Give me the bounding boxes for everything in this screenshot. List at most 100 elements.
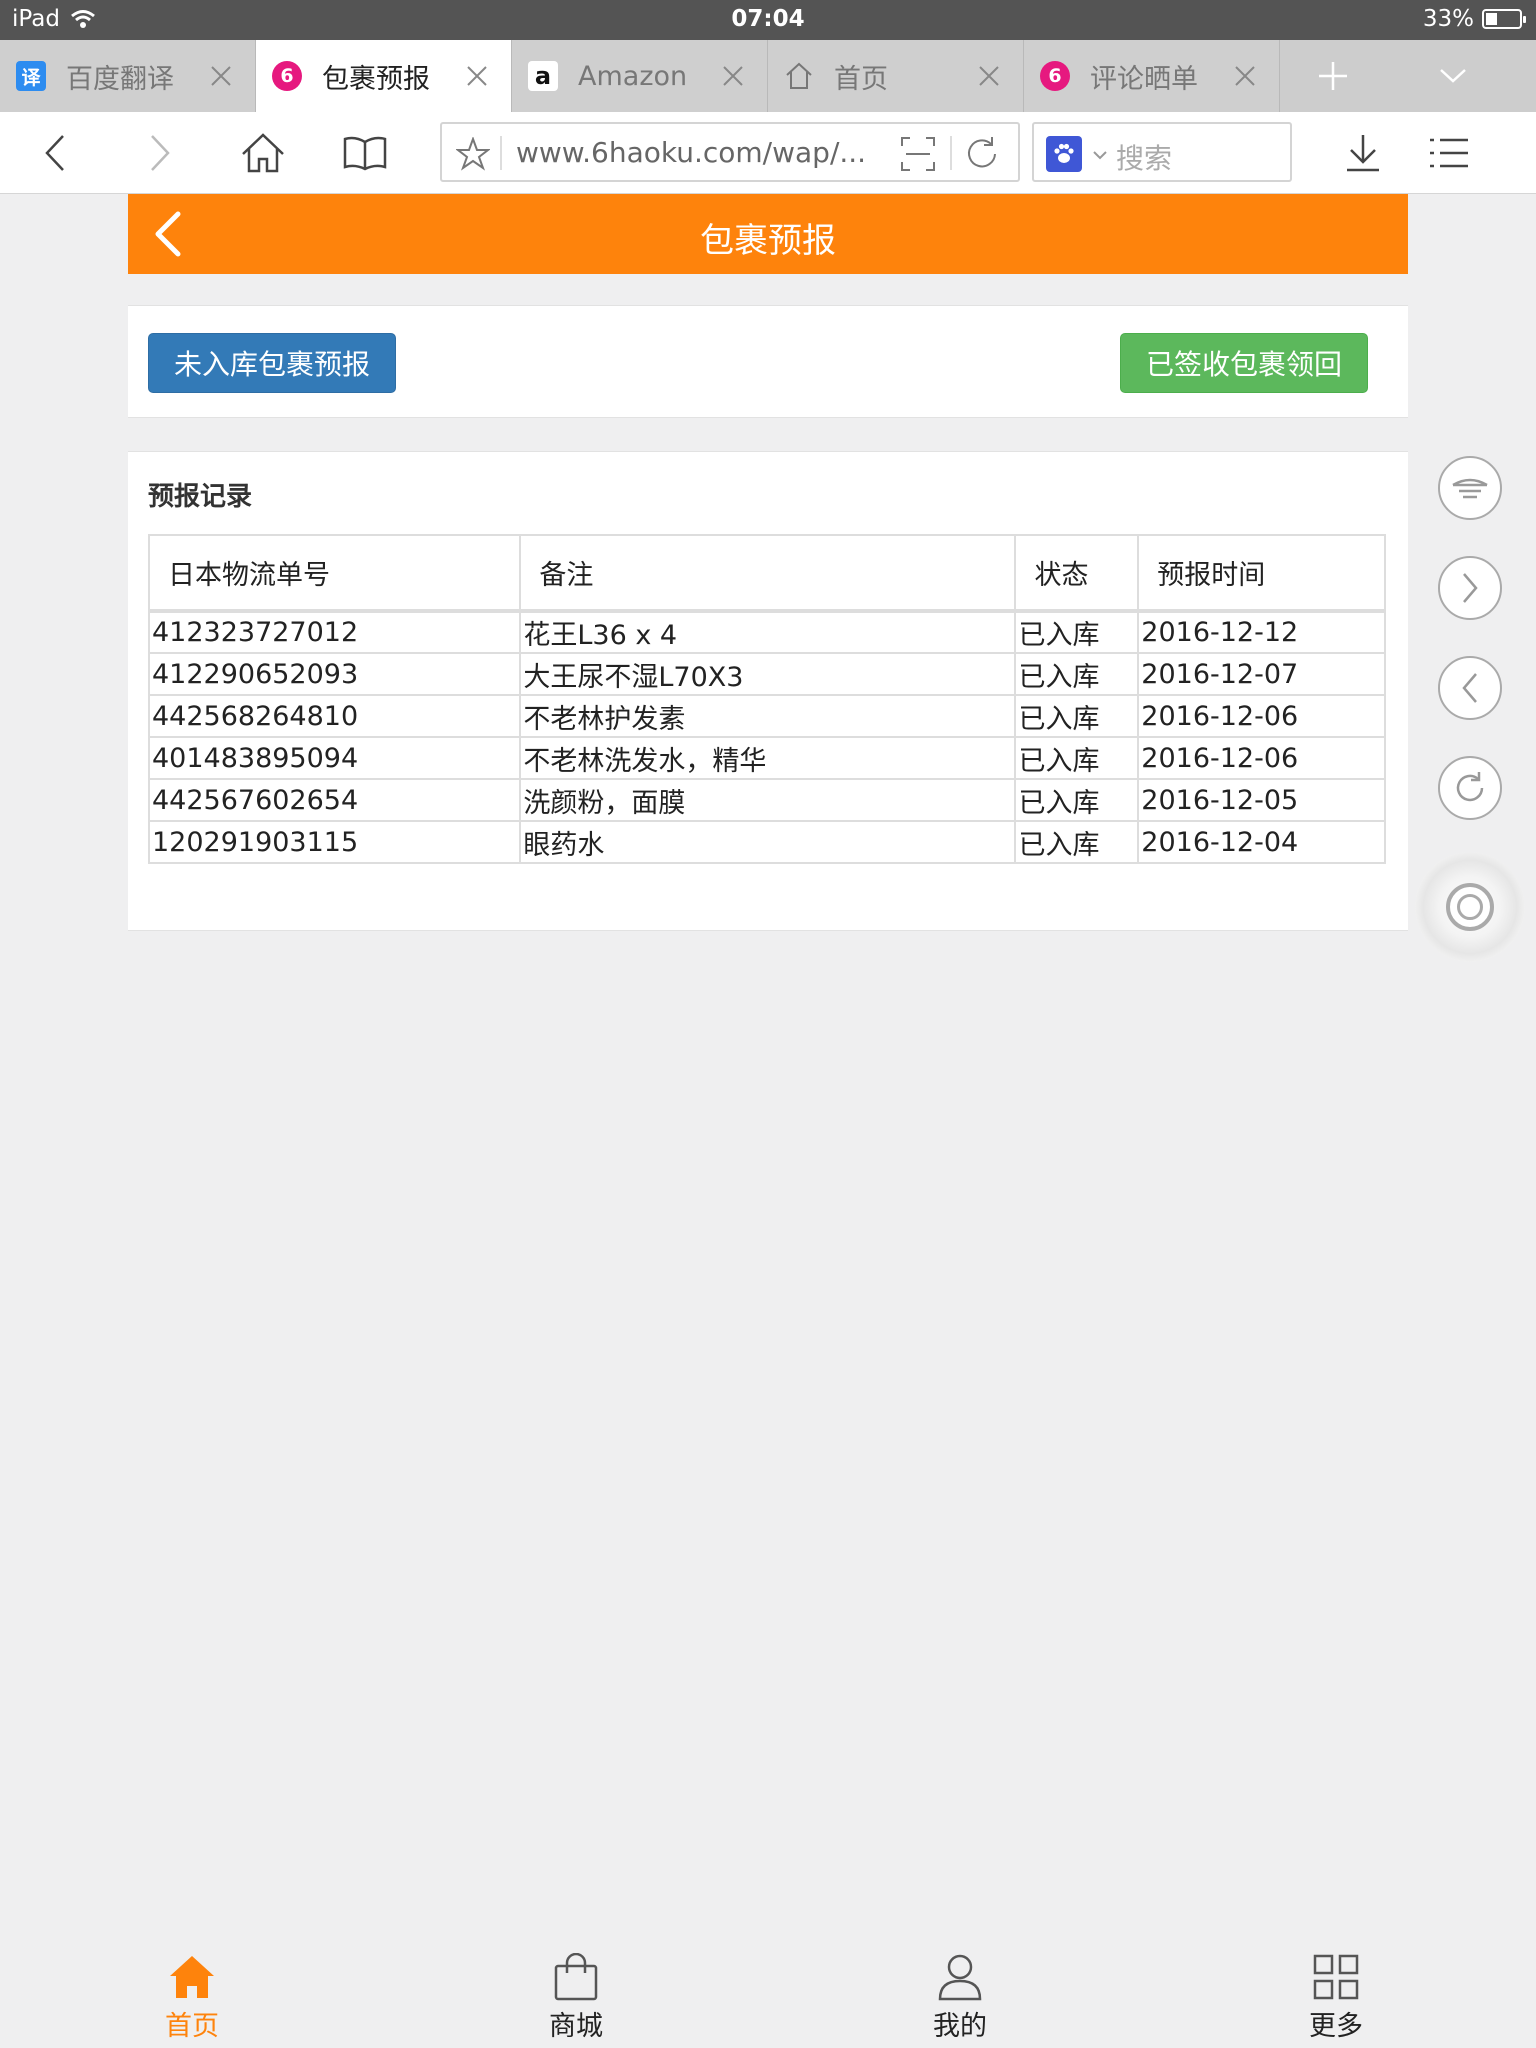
forecast-time: 2016-12-06 [1137,736,1386,780]
menu-icon [1430,138,1468,168]
home-icon [167,1952,217,2002]
forecast-time: 2016-12-05 [1137,778,1386,822]
reading-mode-button[interactable] [1438,456,1502,520]
site-logo-icon: 6 [272,61,302,91]
forecast-time: 2016-12-07 [1137,652,1386,696]
nav-label: 首页 [165,2011,219,2042]
assistive-touch-icon [1446,883,1494,931]
tab-label: 包裹预报 [322,63,430,95]
column-header-forecast-time: 预报时间 [1137,534,1386,613]
nav-home[interactable]: 首页 [132,1952,252,2048]
nav-me[interactable]: 我的 [900,1952,1020,2048]
refresh-icon[interactable] [962,134,1002,174]
table-row: 412290652093 大王尿不湿L70X3 已入库 2016-12-07 [147,652,1386,696]
scan-icon[interactable] [900,136,936,172]
bottom-nav: 首页 商城 我的 更多 [0,1940,1536,2048]
url-text: www.6haoku.com/wap/... [516,136,867,169]
chevron-right-icon [1463,573,1478,603]
tab-label: Amazon [578,60,688,92]
signed-return-button[interactable]: 已签收包裹领回 [1120,333,1368,393]
browser-toolbar: www.6haoku.com/wap/... 搜索 [0,112,1536,194]
user-icon [935,1952,985,2002]
new-tab-button[interactable] [1290,40,1376,112]
clock: 07:04 [731,6,805,32]
note: 不老林洗发水，精华 [519,736,1017,780]
assistive-touch-button[interactable] [1415,852,1525,962]
battery-percent: 33% [1422,6,1474,32]
tab-label: 百度翻译 [66,63,174,95]
status: 已入库 [1014,652,1140,696]
star-icon[interactable] [456,137,490,171]
search-box[interactable]: 搜索 [1032,122,1292,182]
page-back-side-button[interactable] [1438,656,1502,720]
unstocked-forecast-button[interactable]: 未入库包裹预报 [148,333,396,393]
bookmarks-button[interactable] [340,128,390,178]
tab-bar: 译 百度翻译 6 包裹预报 a Amazon 首页 6 评论晒单 [0,40,1536,112]
status-bar: iPad 07:04 33% [0,0,1536,40]
nav-label: 我的 [933,2011,987,2042]
page-header: 包裹预报 [128,194,1408,274]
chevron-right-icon [151,135,170,171]
records-table: 日本物流单号 备注 状态 预报时间 412323727012 花王L36 x 4… [147,534,1386,864]
translate-icon: 译 [16,61,46,91]
refresh-icon [1456,772,1484,802]
chevron-left-icon [45,135,64,171]
tab-home[interactable]: 首页 [768,40,1024,112]
close-tab-icon[interactable] [969,56,1009,96]
note: 洗颜粉，面膜 [519,778,1017,822]
forecast-time: 2016-12-12 [1137,610,1386,654]
tab-label: 首页 [834,63,888,95]
column-header-status: 状态 [1014,534,1140,613]
nav-label: 更多 [1309,2011,1363,2042]
table-header-row: 日本物流单号 备注 状态 预报时间 [147,534,1386,613]
note: 花王L36 x 4 [519,610,1017,654]
home-icon [784,61,814,91]
forecast-time: 2016-12-04 [1137,820,1386,864]
status: 已入库 [1014,610,1140,654]
table-row: 120291903115 眼药水 已入库 2016-12-04 [147,820,1386,864]
close-tab-icon[interactable] [1225,56,1265,96]
records-panel: 预报记录 日本物流单号 备注 状态 预报时间 412323727012 花王L3… [128,451,1408,931]
reload-side-button[interactable] [1438,756,1502,820]
download-button[interactable] [1338,128,1388,178]
back-button[interactable] [30,128,80,178]
shopping-bag-icon [551,1952,601,2002]
tab-amazon[interactable]: a Amazon [512,40,768,112]
tab-list-button[interactable] [1410,40,1496,112]
menu-button[interactable] [1424,128,1474,178]
tracking-number: 401483895094 [147,736,522,780]
table-row: 442568264810 不老林护发素 已入库 2016-12-06 [147,694,1386,738]
nav-more[interactable]: 更多 [1276,1952,1396,2048]
reading-mode-icon [1452,478,1488,499]
tracking-number: 120291903115 [147,820,522,864]
status: 已入库 [1014,736,1140,780]
tab-parcel-forecast[interactable]: 6 包裹预报 [256,40,512,112]
search-input[interactable]: 搜索 [1116,137,1172,177]
chevron-down-icon [1440,69,1466,83]
nav-mall[interactable]: 商城 [516,1952,636,2048]
plus-icon [1319,62,1347,90]
page-forward-button[interactable] [1438,556,1502,620]
close-tab-icon[interactable] [201,56,241,96]
tracking-number: 442568264810 [147,694,522,738]
battery-icon [1482,9,1526,29]
table-row: 412323727012 花王L36 x 4 已入库 2016-12-12 [147,610,1386,654]
tab-reviews[interactable]: 6 评论晒单 [1024,40,1280,112]
address-bar[interactable]: www.6haoku.com/wap/... [440,122,1020,182]
note: 眼药水 [519,820,1017,864]
chevron-left-icon [1462,673,1477,703]
close-tab-icon[interactable] [713,56,753,96]
tab-baidu-translate[interactable]: 译 百度翻译 [0,40,256,112]
book-icon [343,136,387,171]
forward-button[interactable] [135,128,185,178]
note: 不老林护发素 [519,694,1017,738]
close-tab-icon[interactable] [457,56,497,96]
home-button[interactable] [238,128,288,178]
column-header-note: 备注 [519,534,1017,613]
status: 已入库 [1014,820,1140,864]
note: 大王尿不湿L70X3 [519,652,1017,696]
grid-icon [1311,1952,1361,2002]
records-title: 预报记录 [148,482,253,512]
chevron-down-icon[interactable] [1092,150,1108,160]
baidu-paw-icon [1046,136,1082,172]
